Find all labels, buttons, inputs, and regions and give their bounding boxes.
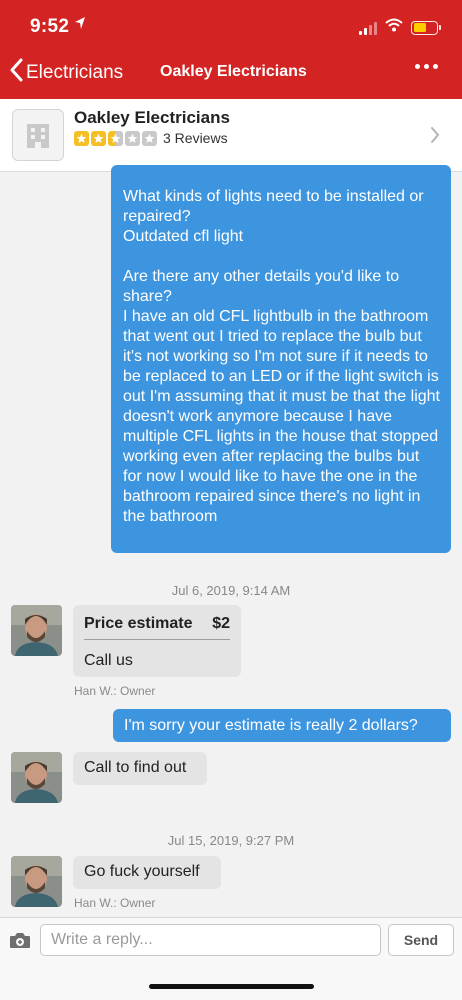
divider bbox=[84, 639, 230, 640]
battery-icon bbox=[411, 20, 441, 35]
sender-label: Han W.: Owner bbox=[74, 896, 156, 910]
outgoing-message: I'm sorry your estimate is really 2 doll… bbox=[113, 709, 451, 742]
camera-icon[interactable] bbox=[9, 932, 31, 954]
reply-input[interactable] bbox=[40, 924, 381, 956]
chevron-left-icon bbox=[10, 58, 24, 88]
star-icon bbox=[91, 130, 106, 146]
chevron-right-icon bbox=[430, 126, 440, 149]
more-dots-icon bbox=[415, 64, 420, 69]
wifi-icon bbox=[385, 18, 403, 37]
message-timestamp: Jul 6, 2019, 9:14 AM bbox=[171, 583, 291, 598]
status-indicators bbox=[359, 18, 441, 37]
avatar[interactable] bbox=[11, 605, 62, 656]
estimate-note: Call us bbox=[84, 652, 133, 669]
send-button[interactable]: Send bbox=[388, 924, 454, 956]
home-indicator[interactable] bbox=[149, 984, 314, 989]
message-timestamp: Jul 15, 2019, 9:27 PM bbox=[167, 833, 295, 848]
half-star-icon bbox=[108, 130, 123, 146]
back-button[interactable]: Electricians bbox=[10, 58, 123, 88]
top-header: 9:52 Electricians Oakley Electricians bbox=[0, 0, 462, 99]
avatar[interactable] bbox=[11, 752, 62, 803]
estimate-value: $2 bbox=[212, 615, 230, 632]
status-time: 9:52 bbox=[30, 16, 70, 37]
price-estimate-card: Price estimate $2 Call us bbox=[73, 605, 241, 677]
location-arrow-icon bbox=[74, 16, 86, 35]
avatar[interactable] bbox=[11, 856, 62, 907]
incoming-message: Go fuck yourself bbox=[73, 856, 221, 889]
review-count: 3 Reviews bbox=[163, 130, 228, 146]
back-label: Electricians bbox=[26, 62, 124, 83]
outgoing-message: What kinds of lights need to be installe… bbox=[111, 165, 451, 553]
page-title: Oakley Electricians bbox=[160, 63, 307, 80]
more-options-button[interactable] bbox=[415, 64, 438, 69]
incoming-message: Call to find out bbox=[73, 752, 207, 785]
building-icon bbox=[12, 109, 64, 161]
empty-star-icon bbox=[125, 130, 140, 146]
business-name: Oakley Electricians bbox=[74, 108, 230, 127]
estimate-label: Price estimate bbox=[84, 615, 193, 632]
empty-star-icon bbox=[142, 130, 157, 146]
sender-label: Han W.: Owner bbox=[74, 684, 156, 698]
business-header[interactable]: Oakley Electricians 3 Reviews bbox=[0, 99, 462, 172]
business-rating: 3 Reviews bbox=[74, 130, 228, 146]
signal-icon bbox=[359, 21, 377, 35]
star-icon bbox=[74, 130, 89, 146]
